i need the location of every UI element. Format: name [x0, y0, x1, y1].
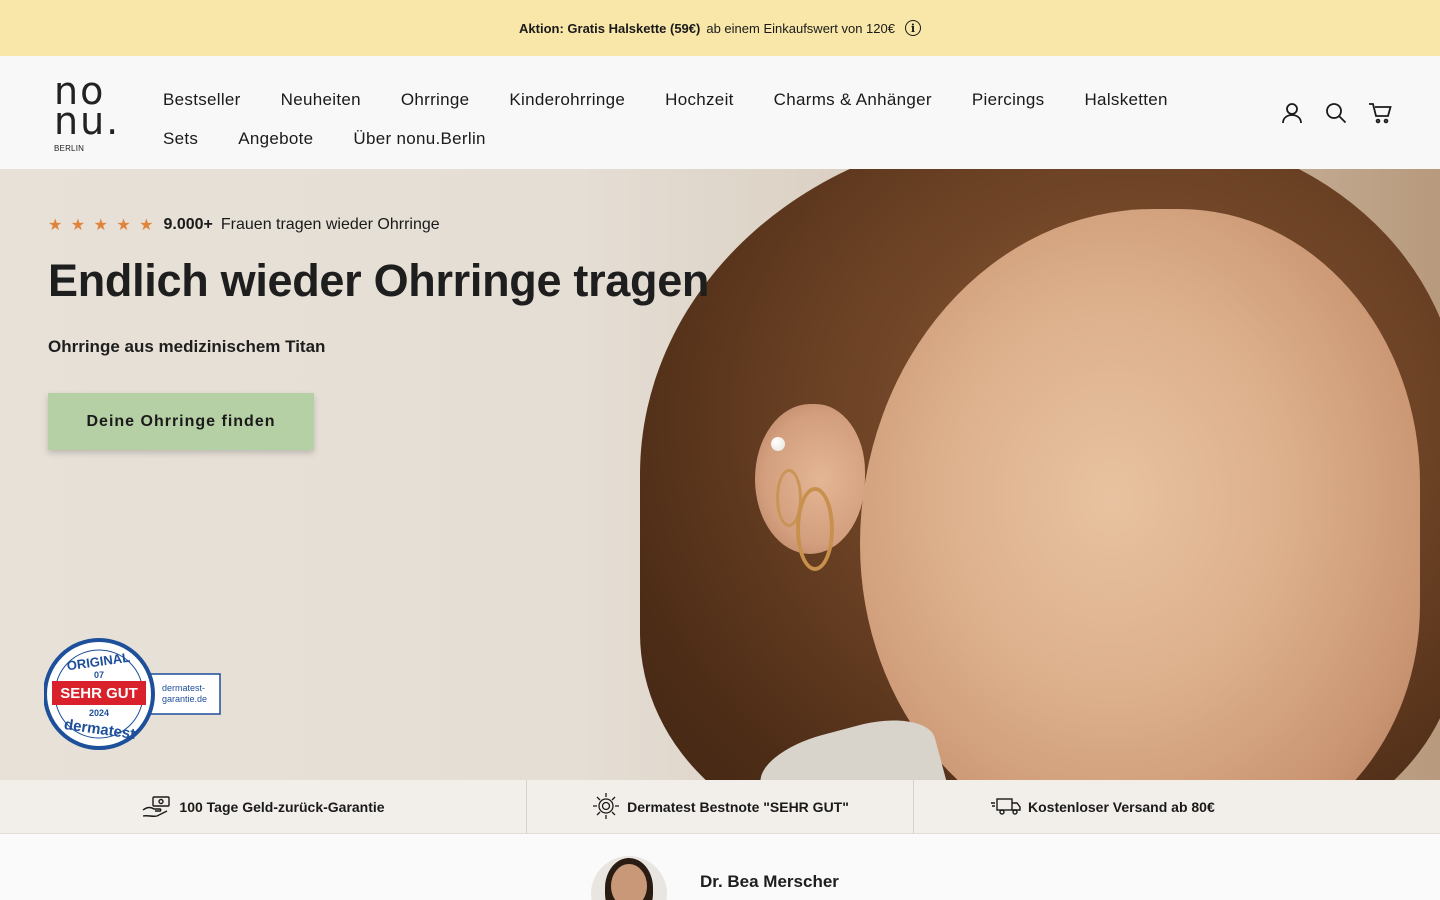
hero-subtitle: Ohrringe aus medizinischem Titan — [48, 337, 326, 356]
rating-text: Frauen tragen wieder Ohrringe — [220, 216, 440, 233]
seal-side-line-2: garantie.de — [162, 694, 207, 704]
nav-item-piercings[interactable]: Piercings — [972, 90, 1045, 110]
trust-item-money-back: 100 Tage Geld-zurück-Garantie — [0, 780, 527, 834]
trust-label-shipping: Kostenloser Versand ab 80€ — [1028, 799, 1215, 815]
delivery-truck-icon — [990, 796, 1022, 819]
logo[interactable]: no nu. BERLIN — [54, 72, 124, 153]
main-nav: Bestseller Neuheiten Ohrringe Kinderohrr… — [163, 80, 1223, 158]
nav-item-ueber[interactable]: Über nonu.Berlin — [353, 129, 485, 149]
announcement-bold: Aktion: Gratis Halskette (59€) — [519, 20, 701, 36]
find-earrings-button[interactable]: Deine Ohrringe finden — [48, 393, 314, 450]
nav-item-hochzeit[interactable]: Hochzeit — [665, 90, 734, 110]
seal-number: 07 — [94, 670, 104, 680]
trust-label-money-back: 100 Tage Geld-zurück-Garantie — [179, 799, 385, 815]
rating-line: ★ ★ ★ ★ ★ 9.000+ Frauen tragen wieder Oh… — [48, 215, 440, 235]
nav-row-1: Bestseller Neuheiten Ohrringe Kinderohrr… — [163, 80, 1223, 119]
dermatest-seal: dermatest- garantie.de ORIGINAL 07 SEHR … — [43, 638, 224, 755]
site-header: no nu. BERLIN Bestseller Neuheiten Ohrri… — [0, 56, 1440, 169]
avatar — [591, 856, 667, 900]
cart-icon[interactable] — [1368, 101, 1392, 125]
trust-label-dermatest: Dermatest Bestnote "SEHR GUT" — [627, 799, 849, 815]
trust-item-dermatest: Dermatest Bestnote "SEHR GUT" — [527, 780, 914, 834]
logo-line-3: BERLIN — [54, 144, 85, 153]
seal-year: 2024 — [89, 708, 109, 718]
account-icon[interactable] — [1280, 101, 1304, 125]
money-hand-icon — [141, 794, 173, 821]
announcement-bar: Aktion: Gratis Halskette (59€) ab einem … — [0, 0, 1440, 56]
nav-item-halsketten[interactable]: Halsketten — [1084, 90, 1167, 110]
hero-section: ★ ★ ★ ★ ★ 9.000+ Frauen tragen wieder Oh… — [0, 169, 1440, 780]
large-hoop-earring — [796, 487, 834, 571]
pearl-earring — [771, 437, 785, 451]
award-badge-icon — [591, 791, 621, 824]
hero-title: Endlich wieder Ohrringe tragen — [48, 255, 710, 306]
logo-line-2: nu. — [54, 99, 121, 143]
search-icon[interactable] — [1324, 101, 1348, 125]
seal-side-line-1: dermatest- — [162, 683, 205, 693]
nav-item-sets[interactable]: Sets — [163, 129, 198, 149]
trust-bar: 100 Tage Geld-zurück-Garantie Dermatest … — [0, 780, 1440, 834]
header-icons — [1280, 101, 1392, 125]
nav-row-2: Sets Angebote Über nonu.Berlin — [163, 119, 1223, 158]
nav-item-ohrringe[interactable]: Ohrringe — [401, 90, 470, 110]
rating-count: 9.000+ — [163, 216, 213, 233]
nav-item-neuheiten[interactable]: Neuheiten — [281, 90, 361, 110]
expert-name: Dr. Bea Merscher — [700, 872, 839, 891]
nav-item-charms[interactable]: Charms & Anhänger — [774, 90, 932, 110]
nav-item-angebote[interactable]: Angebote — [238, 129, 313, 149]
expert-section: Dr. Bea Merscher — [0, 834, 1440, 900]
trust-item-shipping: Kostenloser Versand ab 80€ — [914, 780, 1440, 834]
info-icon[interactable]: i — [904, 20, 921, 36]
nav-item-kinderohrringe[interactable]: Kinderohrringe — [509, 90, 625, 110]
announcement-text: ab einem Einkaufswert von 120€ — [706, 20, 895, 36]
nav-item-bestseller[interactable]: Bestseller — [163, 90, 241, 110]
avatar-face — [611, 864, 647, 900]
seal-grade: SEHR GUT — [60, 685, 138, 702]
star-rating-icon: ★ ★ ★ ★ ★ — [48, 217, 156, 234]
